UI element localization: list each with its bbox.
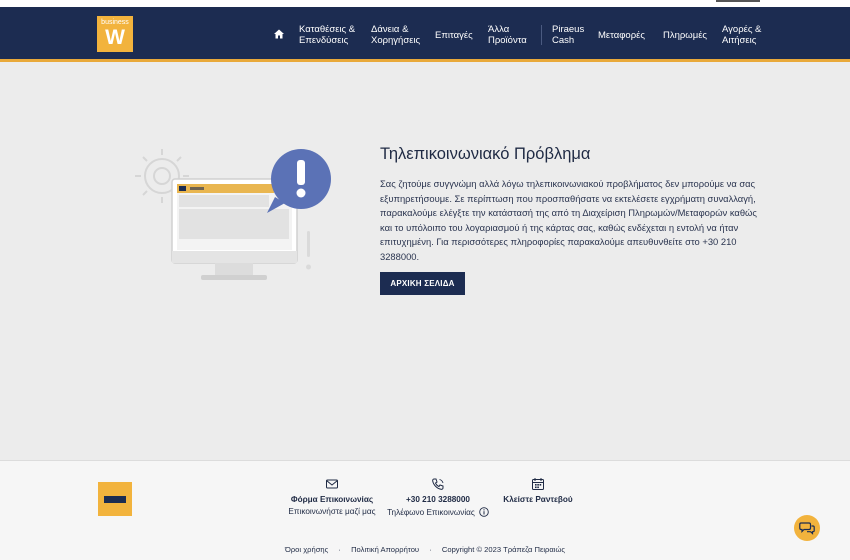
top-strip-line — [716, 0, 760, 2]
legal-links: Όροι χρήσης · Πολιτική Απορρήτου · Copyr… — [0, 545, 850, 554]
nav-payments[interactable]: Πληρωμές — [663, 30, 707, 41]
phone-icon — [432, 478, 444, 490]
footer: Φόρμα Επικοινωνίας Επικοινωνήστε μαζί μα… — [0, 460, 850, 560]
home-page-button[interactable]: ΑΡΧΙΚΗ ΣΕΛΙΔΑ — [380, 272, 465, 295]
terms-link[interactable]: Όροι χρήσης — [285, 545, 328, 554]
privacy-link[interactable]: Πολιτική Απορρήτου — [351, 545, 419, 554]
chat-icon — [799, 522, 815, 535]
nav-deposits[interactable]: Καταθέσεις & Επενδύσεις — [299, 24, 355, 46]
calendar-icon — [532, 478, 544, 490]
envelope-icon — [326, 479, 338, 489]
contact-form-link[interactable]: Φόρμα Επικοινωνίας Επικοινωνήστε μαζί μα… — [287, 477, 377, 516]
phone-subtitle: Τηλέφωνο Επικοινωνίας — [387, 508, 475, 517]
copyright-text: Copyright © 2023 Τράπεζα Πειραιώς — [441, 545, 566, 554]
error-illustration — [135, 149, 331, 280]
phone-contact[interactable]: +30 210 3288000 Τηλέφωνο Επικοινωνίας — [383, 477, 493, 517]
logo-w-letter: W — [105, 26, 125, 49]
legal-separator: · — [338, 545, 341, 554]
nav-transfers[interactable]: Μεταφορές — [598, 30, 645, 41]
nav-other-products[interactable]: Άλλα Προϊόντα — [488, 24, 527, 46]
appointment-title: Κλείστε Ραντεβού — [503, 495, 573, 504]
top-strip — [0, 0, 850, 7]
nav-purchases[interactable]: Αγορές & Αιτήσεις — [722, 24, 761, 46]
contact-form-subtitle: Επικοινωνήστε μαζί μας — [288, 507, 376, 516]
info-icon[interactable] — [479, 507, 489, 517]
footer-logo[interactable] — [98, 482, 132, 516]
error-title: Τηλεπικοινωνιακό Πρόβλημα — [380, 145, 591, 163]
legal-separator: · — [429, 545, 432, 554]
logo-business-text: business — [101, 19, 129, 26]
error-message: Σας ζητούμε συγγνώμη αλλά λόγω τηλεπικοι… — [380, 178, 757, 262]
chat-button[interactable] — [794, 515, 820, 541]
nav-piraeus-cash[interactable]: Piraeus Cash — [552, 24, 584, 46]
home-icon[interactable] — [272, 27, 286, 41]
small-exclamation-icon — [306, 231, 311, 270]
nav-checks[interactable]: Επιταγές — [435, 30, 473, 41]
nav-separator — [541, 25, 542, 45]
footer-logo-inner — [104, 496, 126, 503]
error-content: Τηλεπικοινωνιακό Πρόβλημα Σας ζητούμε συ… — [380, 145, 770, 265]
phone-number: +30 210 3288000 — [406, 495, 470, 504]
appointment-link[interactable]: Κλείστε Ραντεβού — [497, 477, 579, 507]
exclamation-bubble-icon — [267, 149, 331, 213]
main-header: business W Καταθέσεις & Επενδύσεις Δάνει… — [0, 7, 850, 62]
contact-form-title: Φόρμα Επικοινωνίας — [290, 495, 374, 504]
nav-loans[interactable]: Δάνεια & Χορηγήσεις — [371, 24, 420, 46]
business-logo[interactable]: business W — [97, 16, 133, 52]
